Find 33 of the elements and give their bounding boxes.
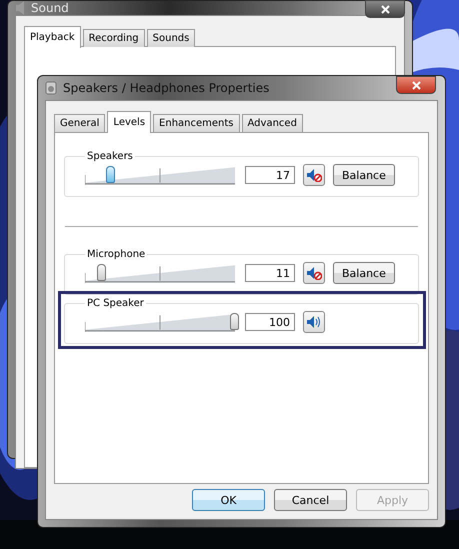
speaker-icon xyxy=(306,315,322,329)
speaker-icon xyxy=(45,81,57,95)
close-button[interactable] xyxy=(396,76,436,94)
tab[interactable]: General xyxy=(54,114,106,132)
window-title: Sound xyxy=(31,1,69,15)
mute-button[interactable] xyxy=(303,164,325,186)
channel-label: Microphone xyxy=(86,249,146,260)
channel-label: Speakers xyxy=(86,151,134,162)
balance-button[interactable]: Balance xyxy=(333,164,395,186)
window-title: Speakers / Headphones Properties xyxy=(63,81,270,95)
mute-button[interactable] xyxy=(303,311,325,333)
tab[interactable]: Levels xyxy=(107,111,152,133)
close-button[interactable] xyxy=(365,0,405,18)
muted-speaker-icon xyxy=(306,168,322,182)
close-icon xyxy=(380,4,390,14)
dialog-button[interactable]: OK xyxy=(192,489,265,511)
tab[interactable]: Enhancements xyxy=(153,114,240,132)
volume-slider[interactable] xyxy=(85,262,235,284)
volume-slider[interactable] xyxy=(85,164,235,186)
dialog-button[interactable]: Cancel xyxy=(274,489,347,511)
level-field[interactable]: 11 xyxy=(245,264,295,282)
level-field[interactable]: 100 xyxy=(245,313,295,331)
mute-button[interactable] xyxy=(303,262,325,284)
close-icon xyxy=(412,80,420,90)
tab[interactable]: Sounds xyxy=(146,29,196,47)
tab[interactable]: Recording xyxy=(82,29,145,47)
balance-button[interactable]: Balance xyxy=(333,262,395,284)
speaker-icon xyxy=(15,1,25,15)
tab[interactable]: Advanced xyxy=(242,114,303,132)
muted-speaker-icon xyxy=(306,266,322,280)
channel-label: PC Speaker xyxy=(86,298,145,309)
level-field[interactable]: 17 xyxy=(245,166,295,184)
tab[interactable]: Playback xyxy=(24,26,81,48)
